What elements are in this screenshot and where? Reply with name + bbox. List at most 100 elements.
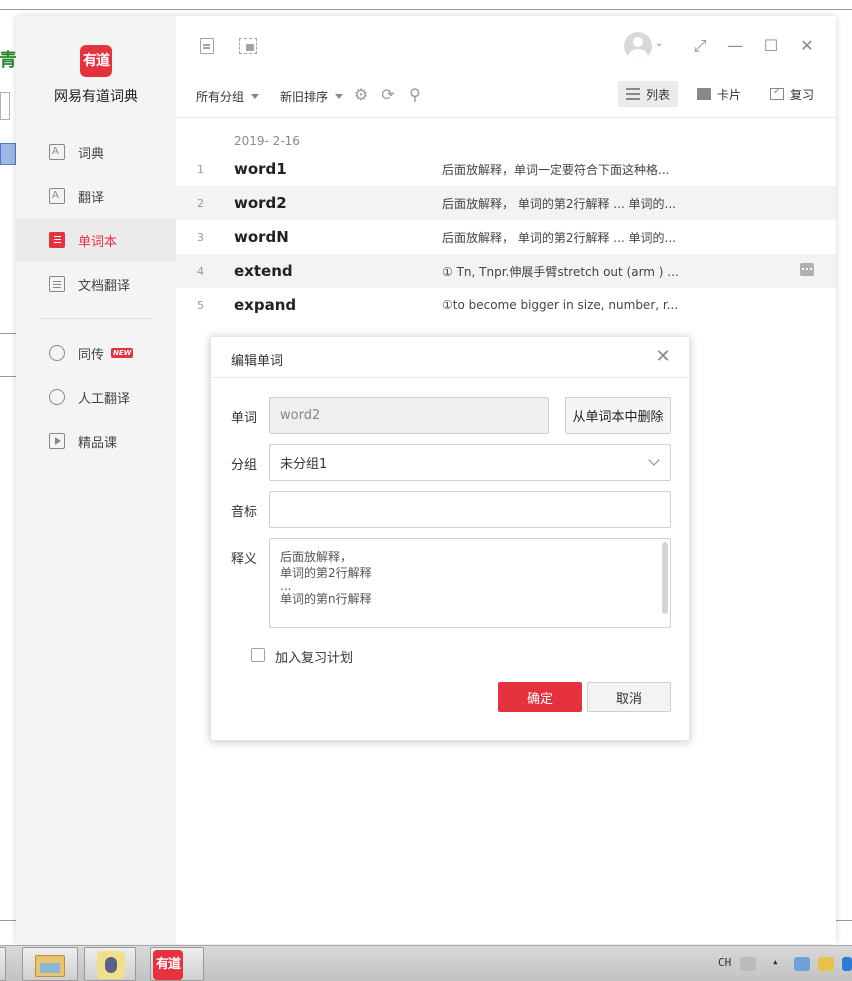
dictionary-icon: A xyxy=(49,144,65,160)
dialog-divider xyxy=(211,377,689,378)
date-group-header: 2019- 2-16 xyxy=(234,134,300,148)
sidebar-item-label: 人工翻译 xyxy=(78,391,131,407)
app-tray-icon[interactable] xyxy=(818,957,834,971)
word-row[interactable]: 3 wordN 后面放解释， 单词的第2行解释 ... 单词的... xyxy=(176,220,836,254)
settings-gear-icon[interactable]: ⚙ xyxy=(352,86,370,104)
sidebar-item-label: 精品课 xyxy=(78,435,118,451)
chevron-down-icon[interactable]: ⌄ xyxy=(655,38,663,49)
course-icon xyxy=(49,433,65,449)
taskbar: 有道 CH ▴ xyxy=(0,945,852,981)
minimize-button[interactable]: — xyxy=(723,34,747,58)
sidebar-item-translate[interactable]: A 翻译 xyxy=(16,174,176,218)
sidebar-divider xyxy=(40,318,152,319)
row-definition: ①to become bigger in size, number, r... xyxy=(442,298,679,312)
view-card-button[interactable]: 卡片 xyxy=(689,81,749,107)
sidebar-item-label: 同传 xyxy=(78,347,105,363)
desktop-line xyxy=(0,376,16,377)
definition-label: 释义 xyxy=(231,552,258,567)
translate-icon: A xyxy=(49,188,65,204)
simultaneous-icon xyxy=(49,345,65,361)
word-row[interactable]: 4 extend ① Tn, Tnpr.伸展手臂stretch out (arm… xyxy=(176,254,836,288)
sidebar-item-simultaneous[interactable]: 同传 NEW xyxy=(16,331,176,375)
taskbar-button[interactable] xyxy=(0,947,6,981)
dialog-title: 编辑单词 xyxy=(231,354,284,369)
row-word: word2 xyxy=(234,194,287,212)
row-index: 4 xyxy=(197,264,204,278)
input-language-indicator[interactable]: CH xyxy=(718,956,731,969)
sidebar-item-document-translate[interactable]: 文档翻译 xyxy=(16,262,176,306)
card-icon xyxy=(697,88,711,100)
definition-line: 单词的第n行解释 xyxy=(280,592,372,606)
word-field: word2 xyxy=(269,397,549,434)
dialog-close-icon[interactable]: ✕ xyxy=(651,345,675,369)
sort-dropdown[interactable]: 新旧排序 xyxy=(280,88,344,105)
view-card-label: 卡片 xyxy=(717,87,742,102)
cancel-button[interactable]: 取消 xyxy=(587,682,671,712)
keyboard-icon[interactable] xyxy=(740,957,756,971)
taskbar-app[interactable] xyxy=(84,947,136,981)
sidebar: 有道 网易有道词典 A 词典 A 翻译 单词本 文档翻译 同传 NEW 人工翻译 xyxy=(16,16,176,944)
view-review-button[interactable]: 复习 xyxy=(762,81,822,107)
sync-icon[interactable]: ⟳ xyxy=(379,86,397,104)
sidebar-item-dictionary[interactable]: A 词典 xyxy=(16,130,176,174)
phonetic-field[interactable] xyxy=(269,491,671,528)
definition-textarea[interactable]: 后面放解释， 单词的第2行解释 ... 单词的第n行解释 xyxy=(269,538,671,628)
row-definition: ① Tn, Tnpr.伸展手臂stretch out (arm ) ... xyxy=(442,264,679,279)
search-icon[interactable]: ⚲ xyxy=(406,86,424,104)
close-window-button[interactable]: ✕ xyxy=(795,34,819,58)
desktop-window-edge xyxy=(0,9,852,10)
screenshot-icon[interactable] xyxy=(239,38,257,54)
youdao-logo-icon: 有道 xyxy=(153,950,183,980)
phonetic-label: 音标 xyxy=(231,505,258,520)
row-word: word1 xyxy=(234,160,287,178)
app-logo: 有道 xyxy=(80,45,112,77)
group-select[interactable]: 未分组1 xyxy=(269,444,671,481)
group-label: 分组 xyxy=(231,458,258,473)
network-icon[interactable] xyxy=(794,957,810,971)
delete-from-wordbook-button[interactable]: 从单词本中删除 xyxy=(565,397,671,434)
wordbook-icon xyxy=(49,232,65,248)
mini-mode-button[interactable]: ⤢ xyxy=(688,34,712,58)
sidebar-item-label: 词典 xyxy=(78,146,105,162)
more-options-icon[interactable] xyxy=(800,263,814,276)
row-word: expand xyxy=(234,296,297,314)
user-avatar[interactable] xyxy=(624,32,652,60)
review-plan-checkbox[interactable] xyxy=(251,648,265,662)
definition-scrollbar[interactable] xyxy=(662,542,668,614)
group-filter-dropdown[interactable]: 所有分组 xyxy=(196,88,260,105)
sort-label: 新旧排序 xyxy=(280,90,329,104)
word-label: 单词 xyxy=(231,411,258,426)
view-list-button[interactable]: 列表 xyxy=(618,81,679,107)
word-field-value: word2 xyxy=(280,408,321,423)
desktop-fragment xyxy=(0,92,10,120)
definition-line: ... xyxy=(280,579,292,593)
review-plan-label[interactable]: 加入复习计划 xyxy=(275,647,353,666)
word-row[interactable]: 2 word2 后面放解释， 单词的第2行解释 ... 单词的... xyxy=(176,186,836,220)
sidebar-item-wordbook[interactable]: 单词本 xyxy=(16,218,176,262)
word-row[interactable]: 5 expand ①to become bigger in size, numb… xyxy=(176,288,836,322)
word-row[interactable]: 1 word1 后面放解释，单词一定要符合下面这种格... xyxy=(176,152,836,186)
new-document-icon[interactable] xyxy=(200,38,214,54)
definition-line: 单词的第2行解释 xyxy=(280,566,372,580)
list-icon xyxy=(626,88,640,100)
group-select-value: 未分组1 xyxy=(280,457,328,472)
row-index: 1 xyxy=(197,162,204,176)
confirm-button[interactable]: 确定 xyxy=(498,682,582,712)
edit-word-dialog: 编辑单词 ✕ 单词 word2 从单词本中删除 分组 未分组1 音标 释义 后面… xyxy=(210,336,690,741)
row-index: 2 xyxy=(197,196,204,210)
maximize-button[interactable]: ☐ xyxy=(759,34,783,58)
sidebar-item-label: 单词本 xyxy=(78,234,118,250)
definition-line: 后面放解释， xyxy=(280,550,353,564)
taskbar-file-explorer[interactable] xyxy=(22,947,78,981)
caret-down-icon xyxy=(335,94,344,99)
row-word: extend xyxy=(234,262,293,280)
sidebar-item-human-translate[interactable]: 人工翻译 xyxy=(16,375,176,419)
tray-icon[interactable] xyxy=(842,957,852,971)
sidebar-item-label: 翻译 xyxy=(78,190,105,206)
sidebar-item-course[interactable]: 精品课 xyxy=(16,419,176,463)
new-badge: NEW xyxy=(111,348,134,358)
taskbar-youdao[interactable]: 有道 xyxy=(150,947,204,981)
tray-expand-icon[interactable]: ▴ xyxy=(772,955,779,968)
review-check-icon xyxy=(770,86,784,100)
app-icon xyxy=(97,951,125,979)
